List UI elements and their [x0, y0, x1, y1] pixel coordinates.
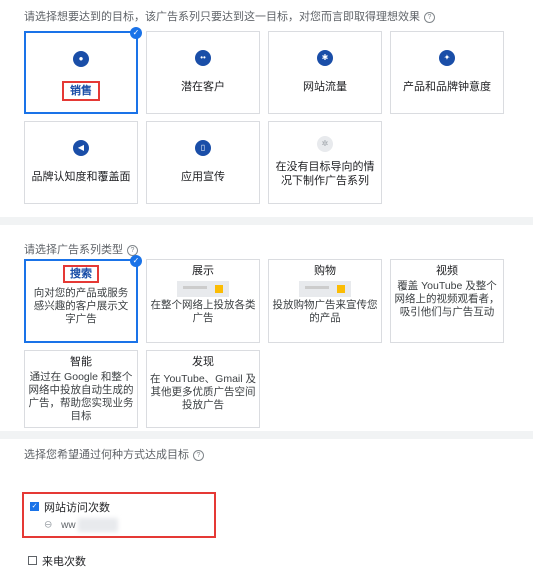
goal-label: 销售: [62, 81, 100, 101]
help-icon[interactable]: ?: [193, 449, 204, 461]
type-desc: 投放购物广告来宣传您的产品: [272, 299, 378, 324]
check-icon: ✓: [130, 27, 142, 39]
campaign-type-section: 请选择广告系列类型? ✓ 搜索 向对您的产品或服务感兴趣的客户展示文字广告 展示…: [0, 233, 533, 431]
type-title: 展示: [192, 265, 214, 277]
phone-calls-label: 来电次数: [42, 555, 86, 568]
website-visits-option-box: ✓ 网站访问次数 ⊖ ww: [22, 492, 216, 538]
link-icon: ⊖: [44, 519, 53, 531]
campaign-type-title: 请选择广告系列类型?: [24, 241, 138, 257]
type-desc: 在 YouTube、Gmail 及其他更多优质广告空间投放广告: [150, 373, 257, 411]
goal-card-no-goal[interactable]: ✲ 在没有目标导向的情况下制作广告系列: [268, 121, 382, 204]
goal-label: 在没有目标导向的情况下制作广告系列: [275, 161, 375, 187]
website-visits-label: 网站访问次数: [44, 501, 110, 514]
type-card-shopping[interactable]: 购物 投放购物广告来宣传您的产品: [268, 259, 382, 343]
help-icon[interactable]: ?: [127, 244, 138, 256]
type-card-smart[interactable]: 智能 通过在 Google 和整个网络中投放自动生成的广告，帮助您实现业务目标: [24, 350, 138, 428]
goal-section: 请选择想要达到的目标，该广告系列只要达到这一目标，对您而言即取得理想效果? ✓ …: [0, 0, 533, 217]
sales-tag-icon: ●: [73, 51, 89, 67]
goal-card-awareness[interactable]: ◀ 品牌认知度和覆盖面: [24, 121, 138, 204]
type-desc: 通过在 Google 和整个网络中投放自动生成的广告，帮助您实现业务目标: [28, 371, 134, 422]
goal-card-leads[interactable]: •• 潜在客户: [146, 31, 260, 114]
type-title: 购物: [314, 265, 336, 277]
website-url-row: ⊖ ww: [44, 518, 118, 532]
megaphone-icon: ◀: [73, 140, 89, 156]
type-card-search[interactable]: ✓ 搜索 向对您的产品或服务感兴趣的客户展示文字广告: [24, 255, 142, 343]
goal-label: 应用宣传: [181, 171, 225, 183]
check-icon: ✓: [130, 255, 142, 267]
phone-calls-checkbox[interactable]: [28, 556, 37, 566]
goal-section-title: 请选择想要达到的目标，该广告系列只要达到这一目标，对您而言即取得理想效果?: [24, 8, 435, 24]
goal-card-app[interactable]: ▯ 应用宣传: [146, 121, 260, 204]
sparkle-icon: ✦: [439, 50, 455, 66]
goal-label: 产品和品牌钟意度: [403, 81, 491, 93]
goal-label: 潜在客户: [181, 81, 225, 93]
type-desc: 在整个网络上投放各类广告: [150, 299, 256, 324]
type-desc: 向对您的产品或服务感兴趣的客户展示文字广告: [33, 287, 129, 325]
type-title: 视频: [436, 265, 458, 277]
redacted-url: [77, 518, 118, 532]
goal-card-sales[interactable]: ✓ ● 销售: [24, 27, 142, 114]
section-divider: [0, 431, 533, 439]
display-thumbnail-icon: [177, 281, 229, 297]
type-title: 搜索: [63, 265, 99, 283]
goal-card-consideration[interactable]: ✦ 产品和品牌钟意度: [390, 31, 504, 114]
cursor-click-icon: ✱: [317, 50, 333, 66]
type-desc: 覆盖 YouTube 及整个网络上的视频观看者，吸引他们与广告互动: [394, 280, 500, 318]
phone-calls-option-row[interactable]: 来电次数: [28, 552, 86, 570]
gear-icon: ✲: [317, 136, 333, 152]
goal-label: 网站流量: [303, 81, 347, 93]
website-url-value: ww: [61, 519, 76, 531]
phone-icon: ▯: [195, 140, 211, 156]
type-card-video[interactable]: 视频 覆盖 YouTube 及整个网络上的视频观看者，吸引他们与广告互动: [390, 259, 504, 343]
type-title: 智能: [70, 356, 92, 368]
goal-label: 品牌认知度和覆盖面: [31, 171, 131, 183]
website-visits-checkbox[interactable]: ✓: [30, 502, 39, 512]
shopping-thumbnail-icon: [299, 281, 351, 297]
section-divider: [0, 217, 533, 225]
website-visits-checkbox-row[interactable]: ✓ 网站访问次数: [30, 498, 110, 516]
type-card-display[interactable]: 展示 在整个网络上投放各类广告: [146, 259, 260, 343]
conversion-section-title: 选择您希望通过何种方式达成目标?: [24, 446, 204, 462]
type-title: 发现: [192, 356, 214, 368]
goal-card-traffic[interactable]: ✱ 网站流量: [268, 31, 382, 114]
type-card-discovery[interactable]: 发现 在 YouTube、Gmail 及其他更多优质广告空间投放广告: [146, 350, 260, 428]
help-icon[interactable]: ?: [424, 11, 435, 23]
people-icon: ••: [195, 50, 211, 66]
